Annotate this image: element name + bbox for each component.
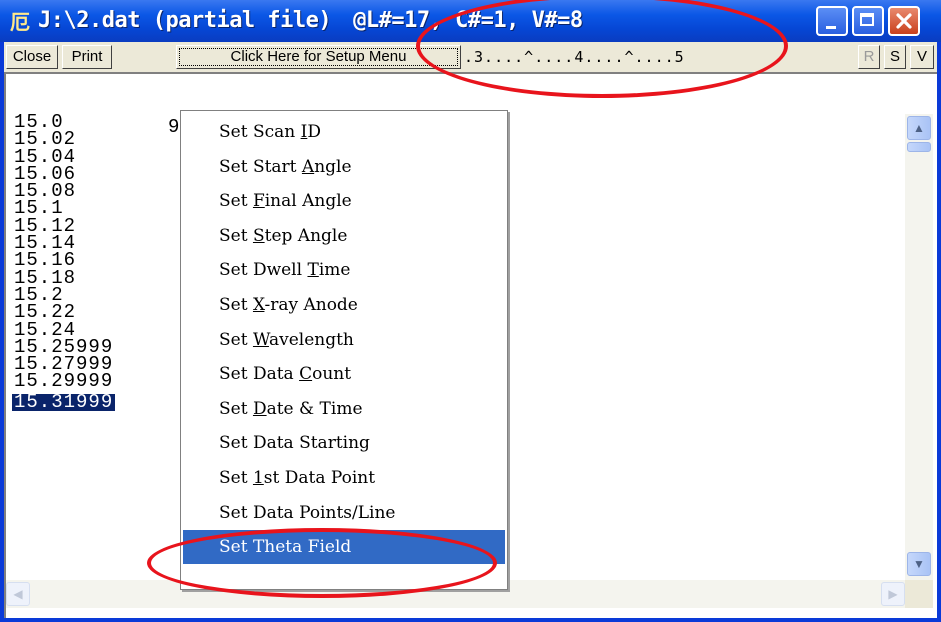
close-icon (890, 8, 918, 34)
menu-item-label-rest: ate & Time (266, 398, 363, 419)
minimize-icon (818, 8, 846, 34)
menu-item-label: Set (219, 398, 253, 419)
menu-item[interactable]: Set Data Points/Line (183, 496, 505, 530)
resize-grip-icon[interactable] (905, 580, 933, 608)
menu-item-accelerator: T (307, 260, 319, 281)
menu-item-accelerator: D (252, 398, 267, 419)
menu-item-accelerator: X (252, 295, 265, 315)
app-icon: 厄 (10, 10, 30, 34)
menu-item[interactable]: Set Final Angle (183, 184, 505, 218)
chevron-up-icon: ▲ (913, 121, 925, 135)
menu-item-accelerator: 1 (252, 468, 264, 488)
menu-item[interactable]: Set Start Angle (183, 150, 505, 184)
menu-item-label: Set (219, 225, 253, 246)
menu-item-label: Set Data Starting (219, 433, 370, 454)
list-item[interactable]: 15.29999 (12, 372, 115, 391)
menu-item-label: Set Start (219, 156, 302, 177)
scroll-down-button[interactable]: ▼ (907, 552, 931, 576)
menu-item-accelerator: C (299, 364, 313, 385)
list-item[interactable]: 15.31999 (12, 392, 116, 411)
chevron-down-icon: ▼ (913, 557, 925, 571)
r-button[interactable]: R (858, 45, 880, 69)
menu-item[interactable]: Set X-ray Anode (183, 288, 505, 322)
menu-item-label: Set Scan (219, 122, 301, 142)
minimize-button[interactable] (816, 6, 848, 36)
menu-item[interactable]: Set Data Starting (183, 426, 505, 460)
menu-item-accelerator: F (252, 191, 265, 212)
menu-item-accelerator: A (301, 156, 315, 177)
close-button[interactable]: Close (6, 45, 58, 69)
menu-item-label: Set (219, 329, 253, 350)
vertical-scrollbar[interactable]: ▲ ▼ (905, 114, 933, 580)
maximize-icon (854, 8, 882, 34)
setup-popup-menu: Set Scan ID Set Start Angle Set Final Angl… (180, 110, 508, 590)
menu-item-label-rest: ngle (314, 156, 352, 177)
s-button[interactable]: S (884, 45, 906, 69)
menu-item-label-rest: ime (318, 260, 351, 281)
title-partial: (partial file) (152, 8, 332, 33)
annotation-circle-theta (147, 528, 497, 598)
menu-item-label: Set Dwell (219, 260, 308, 281)
print-button[interactable]: Print (62, 45, 112, 69)
second-column-value: 9 (168, 116, 180, 138)
scroll-left-button[interactable]: ◀ (6, 582, 30, 606)
menu-item-label-rest: st Data Point (263, 468, 376, 488)
scroll-thumb[interactable] (907, 142, 931, 152)
menu-item-accelerator: W (252, 329, 269, 350)
scroll-up-button[interactable]: ▲ (907, 116, 931, 140)
menu-item-label-rest: avelength (268, 329, 354, 350)
menu-item-label: Set Data (219, 364, 300, 385)
menu-item-label-rest: ount (312, 364, 352, 385)
menu-item[interactable]: Set Data Count (183, 357, 505, 391)
chevron-right-icon: ▶ (888, 587, 898, 601)
menu-item[interactable]: Set Wavelength (183, 323, 505, 357)
maximize-button[interactable] (852, 6, 884, 36)
title-path: J:\2.dat (38, 8, 140, 33)
menu-item-label: Set (219, 191, 253, 212)
menu-item-label-rest: inal Angle (264, 191, 352, 212)
app-window: 厄 J:\2.dat (partial file) @L#=17, C#=1, V… (0, 0, 941, 622)
menu-item[interactable]: Set Dwell Time (183, 253, 505, 287)
close-window-button[interactable] (888, 6, 920, 36)
menu-item-accelerator: S (252, 225, 265, 246)
menu-item-label-rest: -ray Anode (264, 295, 358, 315)
menu-item[interactable]: Set Date & Time (183, 392, 505, 426)
menu-item-label: Set (219, 295, 253, 315)
menu-item[interactable]: Set 1st Data Point (183, 461, 505, 495)
menu-item-label-rest: D (307, 122, 321, 142)
menu-item-label-rest: tep Angle (264, 225, 348, 246)
menu-item[interactable]: Set Step Angle (183, 219, 505, 253)
v-button[interactable]: V (910, 45, 934, 69)
menu-item-label: Set (219, 468, 253, 488)
chevron-left-icon: ◀ (13, 587, 23, 601)
scroll-right-button[interactable]: ▶ (881, 582, 905, 606)
menu-item-label: Set Data Points/Line (219, 502, 396, 523)
data-column[interactable]: 15.0 15.02 15.04 15.06 15.08 15.1 15.12 15.14 15… (12, 112, 116, 413)
menu-item[interactable]: Set Scan ID (183, 115, 505, 149)
